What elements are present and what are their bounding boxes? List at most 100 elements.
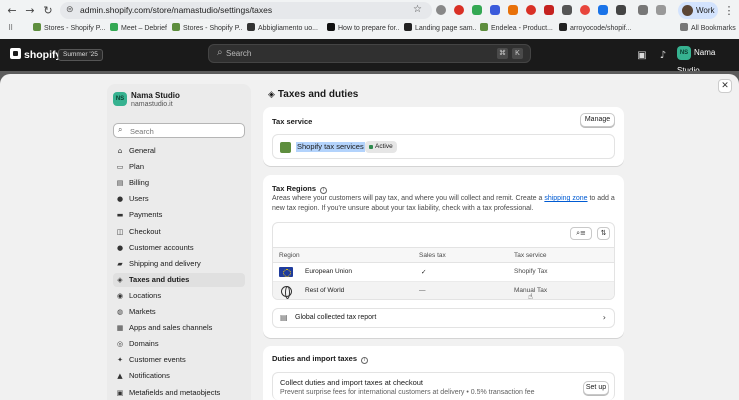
- extension-icon[interactable]: [616, 5, 626, 15]
- tax-regions-table: ⌕≡ ⇅ Region Sales tax Tax service Europe…: [272, 222, 615, 300]
- info-icon[interactable]: i: [361, 357, 369, 364]
- bookmarks-bar: ⠿ Stores - Shopify P... Meet – Debrief Stor…: [0, 21, 739, 38]
- users-icon: ●: [116, 195, 124, 204]
- checkout-icon: ◫: [116, 227, 124, 236]
- extension-icon[interactable]: [454, 5, 464, 15]
- col-sales-tax: Sales tax: [419, 252, 446, 259]
- sidebar-item-domains[interactable]: ◎ Domains: [113, 337, 245, 351]
- bookmark-item[interactable]: Abbigliamento uo...: [247, 23, 322, 35]
- tax-service-name: Shopify tax services: [296, 142, 365, 152]
- sidebar-item-label: Metafields and metaobjects: [129, 387, 221, 397]
- bookmark-item[interactable]: How to prepare for...: [327, 23, 399, 35]
- shipping-zone-link[interactable]: shipping zone: [544, 195, 587, 202]
- collect-duties-desc: Prevent surprise fees for international …: [280, 389, 535, 396]
- logo-text: shopify: [24, 49, 62, 61]
- extension-icon[interactable]: [436, 5, 446, 15]
- info-icon[interactable]: i: [320, 187, 328, 194]
- sidebar-item-label: Billing: [129, 178, 150, 188]
- bookmark-favicon-icon: [172, 23, 180, 31]
- globe-icon: [281, 286, 292, 299]
- payments-icon: ▬: [116, 211, 124, 220]
- sidebar-item-general[interactable]: ⌂ General: [113, 144, 245, 158]
- sidebar-item-customer-events[interactable]: ✦ Customer events: [113, 353, 245, 367]
- kbd-k: K: [512, 48, 523, 59]
- more-icon[interactable]: ⋮: [722, 4, 736, 18]
- sidebar-item-locations[interactable]: ◉ Locations: [113, 289, 245, 303]
- bookmark-item[interactable]: Stores - Shopify P...: [33, 23, 105, 35]
- bookmark-favicon-icon: [33, 23, 41, 31]
- sort-button[interactable]: ⇅: [597, 227, 610, 240]
- table-row[interactable]: Rest of World — Manual Tax: [273, 282, 614, 299]
- sidebar-item-plan[interactable]: ▭ Plan: [113, 160, 245, 174]
- bookmark-item[interactable]: Endelea - Product...: [480, 23, 554, 35]
- search-filter-button[interactable]: ⌕≡: [570, 227, 592, 240]
- sidebar-item-markets[interactable]: ◍ Markets: [113, 305, 245, 319]
- sidebar-item-taxes-and-duties[interactable]: ◈ Taxes and duties: [113, 272, 245, 287]
- tax-icon: ◈: [268, 90, 275, 100]
- address-bar[interactable]: ⊜ admin.shopify.com/store/namastudio/set…: [60, 2, 432, 19]
- profile-button[interactable]: Work: [678, 2, 718, 19]
- bookmark-favicon-icon: [110, 23, 118, 31]
- bookmark-favicon-icon: [559, 23, 567, 31]
- bell-icon[interactable]: ♪: [657, 50, 669, 62]
- sidebar-item-label: Domains: [129, 339, 159, 349]
- table-row[interactable]: European Union ✓ Shopify Tax: [273, 263, 614, 282]
- close-icon[interactable]: ✕: [718, 79, 732, 93]
- region-name: European Union: [305, 268, 352, 275]
- sidebar-item-billing[interactable]: ▤ Billing: [113, 176, 245, 190]
- bookmark-item[interactable]: Landing page sam...: [404, 23, 476, 35]
- extension-icon[interactable]: [598, 5, 608, 15]
- back-icon[interactable]: ←: [5, 4, 19, 18]
- extension-icon[interactable]: [490, 5, 500, 15]
- all-bookmarks-button[interactable]: All Bookmarks: [680, 23, 736, 35]
- chevron-right-icon: ›: [602, 313, 606, 322]
- settings-search-input[interactable]: ⌕ Search: [113, 123, 245, 138]
- set-up-button[interactable]: Set up: [583, 381, 609, 395]
- sales-tax-value: —: [419, 287, 426, 294]
- sidebar-item-users[interactable]: ● Users: [113, 192, 245, 206]
- tax-regions-title-text: Tax Regions: [272, 184, 317, 193]
- col-tax-service: Tax service: [514, 252, 547, 259]
- bookmark-item[interactable]: Meet – Debrief: [110, 23, 168, 35]
- search-placeholder: Search: [130, 127, 154, 136]
- admin-search-input[interactable]: ⌕ Search ⌘ K: [208, 44, 531, 63]
- shopify-logo[interactable]: shopify: [10, 48, 61, 61]
- table-header: Region Sales tax Tax service: [273, 247, 614, 263]
- sidebar-item-payments[interactable]: ▬ Payments: [113, 208, 245, 222]
- extension-icon[interactable]: [526, 5, 536, 15]
- global-tax-report-link[interactable]: ▤ Global collected tax report ›: [272, 308, 615, 328]
- extension-icon[interactable]: [472, 5, 482, 15]
- extension-icon[interactable]: [508, 5, 518, 15]
- edition-badge[interactable]: Summer '25: [58, 49, 103, 61]
- sidebar-item-apps-and-sales-channels[interactable]: ▦ Apps and sales channels: [113, 321, 245, 335]
- bookmark-item[interactable]: arroyocode/shopif...: [559, 23, 631, 35]
- tax-icon: ◈: [117, 275, 123, 284]
- col-region: Region: [279, 252, 300, 259]
- extension-icon[interactable]: [562, 5, 572, 15]
- sidebar-item-shipping-and-delivery[interactable]: ▰ Shipping and delivery: [113, 257, 245, 271]
- manage-button[interactable]: Manage: [580, 113, 615, 127]
- extension-icon[interactable]: [580, 5, 590, 15]
- site-info-icon[interactable]: ⊜: [66, 5, 76, 15]
- bookmark-star-icon[interactable]: ☆: [413, 4, 422, 15]
- store-menu-button[interactable]: NSNama Studio: [677, 44, 739, 75]
- apps-grid-icon[interactable]: ⠿: [8, 23, 13, 35]
- downloads-icon[interactable]: [656, 5, 666, 15]
- extension-icon[interactable]: [544, 5, 554, 15]
- bookmark-item[interactable]: Stores - Shopify P...: [172, 23, 242, 35]
- tax-service-row[interactable]: Shopify tax services Active: [272, 134, 615, 159]
- bookmark-label: Meet – Debrief: [121, 25, 167, 32]
- sidebar-item-metafields-and-metaobjects[interactable]: ▣ Metafields and metaobjects: [113, 386, 245, 400]
- bookmark-label: Abbigliamento uo...: [258, 25, 318, 32]
- metafields-icon: ▣: [116, 388, 124, 397]
- globe-icon: ◍: [116, 308, 124, 316]
- sidebar-item-customer-accounts[interactable]: ● Customer accounts: [113, 241, 245, 255]
- status-badge: Active: [365, 141, 397, 153]
- sidebar-item-notifications[interactable]: ▲ Notifications: [113, 369, 245, 383]
- sidebar-item-checkout[interactable]: ◫ Checkout: [113, 225, 245, 239]
- extensions-puzzle-icon[interactable]: [638, 5, 648, 15]
- forward-icon[interactable]: →: [23, 4, 37, 18]
- reload-icon[interactable]: ↻: [41, 4, 55, 18]
- sidekick-icon[interactable]: ▣: [636, 50, 648, 62]
- tax-regions-title: Tax Regions i: [272, 184, 328, 194]
